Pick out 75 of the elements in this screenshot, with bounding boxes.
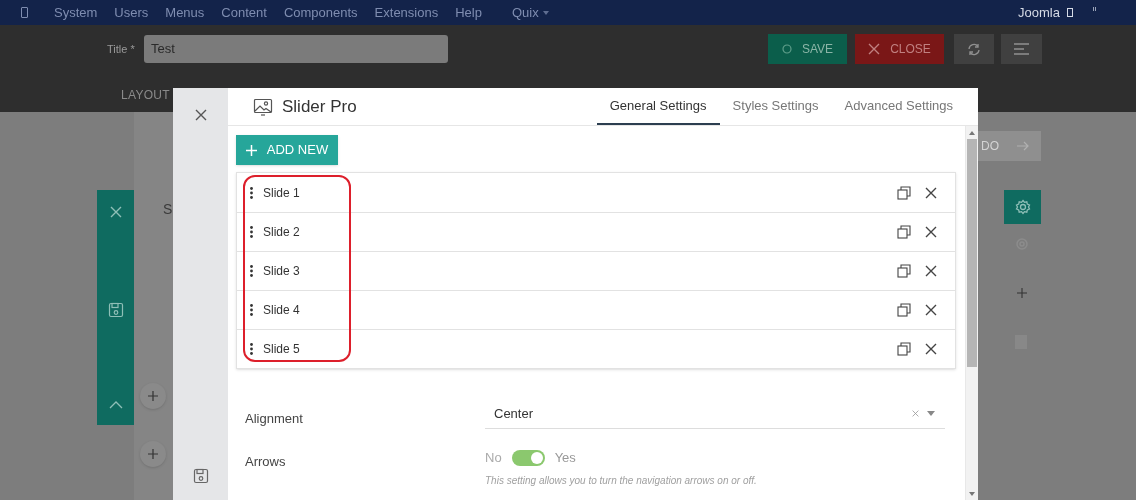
scrollbar-thumb[interactable] bbox=[967, 139, 977, 367]
arrows-toggle[interactable] bbox=[511, 449, 545, 466]
slide-item[interactable]: Slide 1 bbox=[237, 173, 955, 212]
scrollbar[interactable] bbox=[965, 126, 978, 500]
delete-icon bbox=[925, 186, 937, 199]
settings-tab[interactable]: Styles Settings bbox=[719, 88, 832, 125]
user-menu[interactable]: Joomla bbox=[1018, 2, 1060, 23]
slide-label: Slide 4 bbox=[263, 302, 300, 319]
title-field[interactable]: Test bbox=[144, 35, 448, 63]
toggle-off-label: No bbox=[485, 449, 502, 467]
field-label: Alignment bbox=[245, 410, 304, 428]
slide-item[interactable]: Slide 5 bbox=[237, 329, 955, 368]
menu-button[interactable] bbox=[1001, 34, 1042, 64]
close-icon bbox=[868, 43, 881, 55]
duplicate-icon[interactable] bbox=[897, 342, 911, 356]
duplicate-icon[interactable] bbox=[897, 264, 911, 278]
delete-icon bbox=[925, 226, 937, 238]
clear-icon bbox=[912, 410, 919, 417]
close-button[interactable]: CLOSE bbox=[855, 34, 944, 64]
caret-icon bbox=[542, 10, 549, 15]
chevron-up-icon[interactable] bbox=[108, 401, 123, 409]
drag-handle-icon[interactable] bbox=[250, 265, 253, 277]
button-label: DO bbox=[981, 138, 999, 155]
close-button[interactable] bbox=[193, 108, 208, 122]
refresh-icon bbox=[967, 42, 981, 56]
drag-handle-icon[interactable] bbox=[250, 186, 253, 199]
plus-icon[interactable] bbox=[1017, 288, 1027, 298]
delete-icon bbox=[925, 304, 937, 316]
menu-item[interactable]: Content bbox=[221, 2, 267, 23]
duplicate-icon[interactable] bbox=[897, 185, 911, 200]
plus-icon bbox=[148, 391, 158, 401]
slide-label: Slide 1 bbox=[263, 184, 300, 202]
slide-label: Slide 2 bbox=[263, 224, 300, 241]
arrow-right-icon bbox=[1017, 141, 1029, 151]
help-text: This setting allows you to turn the navigation arrows on or off. bbox=[485, 473, 757, 488]
drag-handle-icon[interactable] bbox=[250, 304, 253, 316]
toggle-on-label: Yes bbox=[554, 449, 576, 467]
alignment-select[interactable]: Center bbox=[485, 399, 945, 429]
close-icon bbox=[194, 109, 207, 121]
duplicate-icon[interactable] bbox=[897, 225, 911, 239]
plus-icon bbox=[148, 449, 158, 459]
slide-item[interactable]: Slide 4 bbox=[237, 290, 955, 329]
close-icon bbox=[109, 206, 122, 218]
slide-item[interactable]: Slide 2 bbox=[237, 212, 955, 251]
image-icon bbox=[253, 97, 273, 116]
caret-icon bbox=[927, 411, 935, 416]
settings-tab[interactable]: Advanced Settings bbox=[831, 88, 966, 125]
delete-icon bbox=[925, 343, 937, 355]
plus-icon bbox=[245, 144, 257, 156]
settings-button[interactable] bbox=[1004, 190, 1041, 224]
section-title: S bbox=[163, 200, 173, 219]
modal-title: Slider Pro bbox=[282, 95, 357, 118]
menu-item[interactable]: Menus bbox=[165, 2, 205, 23]
refresh-button[interactable] bbox=[954, 34, 994, 64]
save-button[interactable]: SAVE bbox=[768, 34, 847, 64]
slide-item[interactable]: Slide 3 bbox=[237, 251, 955, 290]
menu-item[interactable]: Extensions bbox=[374, 2, 439, 23]
settings-tab[interactable]: General Settings bbox=[596, 88, 720, 125]
delete-icon bbox=[925, 265, 937, 277]
field-label: Arrows bbox=[245, 453, 287, 471]
menu-item[interactable]: Quix bbox=[511, 2, 539, 23]
slide-label: Slide 3 bbox=[263, 263, 300, 280]
drag-handle-icon[interactable] bbox=[250, 226, 253, 238]
menu-item[interactable]: Help bbox=[455, 2, 482, 23]
drag-handle-icon[interactable] bbox=[250, 343, 253, 355]
field-label: Title * bbox=[107, 42, 135, 57]
add-new-button[interactable]: ADD NEW bbox=[236, 135, 338, 165]
menu-item[interactable]: Users bbox=[114, 2, 149, 23]
duplicate-icon[interactable] bbox=[897, 303, 911, 317]
circle-icon bbox=[781, 44, 792, 54]
slide-label: Slide 5 bbox=[263, 341, 300, 358]
menu-item[interactable]: System bbox=[54, 2, 98, 23]
menu-icon bbox=[1014, 43, 1029, 55]
layout-tab[interactable]: LAYOUT bbox=[121, 86, 170, 104]
menu-item[interactable]: Components bbox=[283, 2, 358, 23]
